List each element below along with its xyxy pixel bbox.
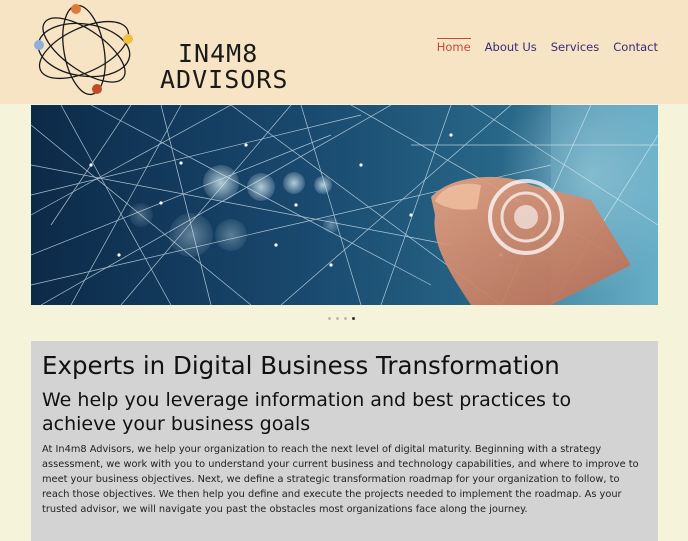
intro-paragraph: At In4m8 Advisors, we help your organiza…: [42, 444, 639, 515]
slide-dot[interactable]: [344, 317, 347, 320]
nav-contact[interactable]: Contact: [613, 38, 658, 54]
nav-home[interactable]: Home: [436, 38, 471, 54]
slide-dot[interactable]: [336, 317, 339, 320]
page-subtitle: We help you leverage information and bes…: [42, 389, 572, 435]
atom-logo-icon: [34, 4, 133, 96]
slide-dot[interactable]: [328, 317, 331, 320]
slide-dot-active[interactable]: [352, 317, 355, 320]
site-header: IN4M8 ADVISORS Home About Us Services Co…: [0, 0, 688, 104]
slideshow-indicators: [328, 317, 355, 320]
logo[interactable]: IN4M8 ADVISORS: [30, 2, 287, 98]
nav-services[interactable]: Services: [551, 38, 600, 54]
hero-slideshow[interactable]: [31, 105, 658, 305]
hero-image: [31, 105, 658, 305]
logo-line-1: IN4M8: [178, 39, 259, 68]
main-nav: Home About Us Services Contact: [436, 38, 658, 54]
intro-section: Experts in Digital Business Transformati…: [31, 341, 658, 541]
page-title: Experts in Digital Business Transformati…: [42, 351, 560, 380]
logo-line-2: ADVISORS: [160, 65, 289, 94]
nav-about-us[interactable]: About Us: [485, 38, 537, 54]
